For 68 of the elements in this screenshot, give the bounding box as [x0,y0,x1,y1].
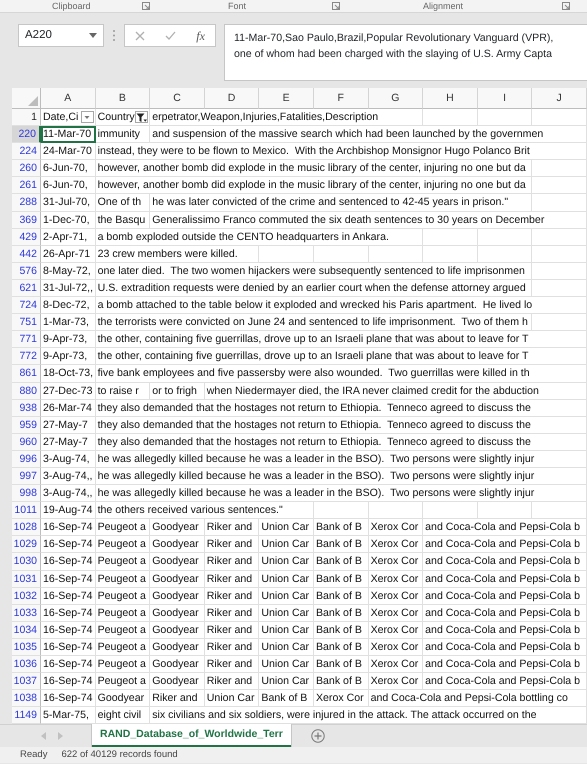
add-sheet-icon[interactable] [310,729,325,744]
dialog-launcher-icon[interactable] [332,2,340,10]
row-header[interactable]: 1028 [12,519,41,536]
row-header[interactable]: 1036 [12,656,41,674]
row-header[interactable]: 880 [12,382,41,400]
dialog-launcher-icon[interactable] [562,2,570,10]
status-text: 622 of 40129 records found [61,748,178,762]
column-header[interactable]: D [204,88,260,109]
row-header[interactable]: 1029 [12,536,41,554]
row-header[interactable]: 724 [12,297,41,314]
row-header[interactable]: 772 [12,348,41,366]
row-header[interactable]: 576 [12,262,41,280]
column-header[interactable]: A [41,88,96,109]
row-header[interactable]: 861 [12,365,41,382]
row-header[interactable]: 1033 [12,604,41,622]
column-header[interactable]: F [314,88,369,109]
row-header[interactable]: 442 [12,246,41,263]
row-header[interactable]: 1035 [12,638,41,656]
row-header[interactable]: 621 [12,280,41,298]
table-cell: Date,Ci [41,109,96,126]
ribbon-group-label: Font [228,0,246,12]
ribbon-group-label: Alignment [423,0,464,12]
row-header[interactable]: 261 [12,177,41,194]
filter-icon[interactable] [136,112,148,122]
row-header[interactable]: 1037 [12,673,41,690]
row-header[interactable]: 1032 [12,588,41,605]
column-header[interactable]: I [478,88,532,109]
row-header[interactable]: 288 [12,194,41,212]
cancel-icon[interactable] [135,30,146,40]
row-header[interactable]: 1031 [12,570,41,588]
row-header[interactable]: 751 [12,314,41,332]
row-header[interactable]: 369 [12,212,41,229]
check-icon[interactable] [165,31,176,40]
formula-text: 11-Mar-70,Sao Paulo,Brazil,Popular Revolutionary Vanguard (VPR), [234,32,554,44]
caret-icon[interactable] [89,33,97,38]
row-header[interactable]: 1149 [12,707,41,724]
row-header[interactable]: 1030 [12,553,41,571]
row-header[interactable]: 1 [12,109,41,126]
select-all-icon[interactable] [28,96,38,106]
row-header[interactable]: 1034 [12,622,41,639]
row-header[interactable]: 959 [12,416,41,434]
row-header[interactable]: 997 [12,468,41,486]
row-header[interactable]: 220 [12,126,41,144]
sheet-tab[interactable]: RAND_Database_of_Worldwide_Terr [92,724,291,748]
formula-field[interactable]: 11-Mar-70,Sao Paulo,Brazil,Popular Revolutionary Vanguard (VPR), one of whom had been charged with the slaying of U.S. Army Capta [224,24,587,81]
row-header[interactable]: 960 [12,434,41,451]
status-text: Ready [20,748,48,762]
row-header[interactable]: 429 [12,228,41,246]
row-header[interactable]: 771 [12,331,41,348]
row-header[interactable]: 260 [12,160,41,178]
insert-function-button[interactable]: fx [196,26,205,44]
row-header[interactable]: 1011 [12,502,41,520]
row-header[interactable]: 996 [12,450,41,468]
formula-text: one of whom had been charged with the slaying of U.S. Army Capta [234,48,552,60]
dialog-launcher-icon[interactable] [142,2,150,10]
column-header[interactable]: H [423,88,478,109]
column-header[interactable]: G [368,88,424,109]
row-header[interactable]: 224 [12,143,41,160]
column-header[interactable]: C [150,88,205,109]
column-header[interactable]: J [532,88,587,109]
column-header[interactable]: B [96,88,150,109]
column-header[interactable]: E [259,88,314,109]
ribbon-group-label: Clipboard [52,0,91,12]
name-box[interactable]: A220 [18,24,104,47]
row-header[interactable]: 938 [12,400,41,417]
row-header[interactable]: 998 [12,485,41,502]
table-cell: 11-Mar-70 [41,126,96,144]
row-header[interactable]: 1038 [12,690,41,708]
